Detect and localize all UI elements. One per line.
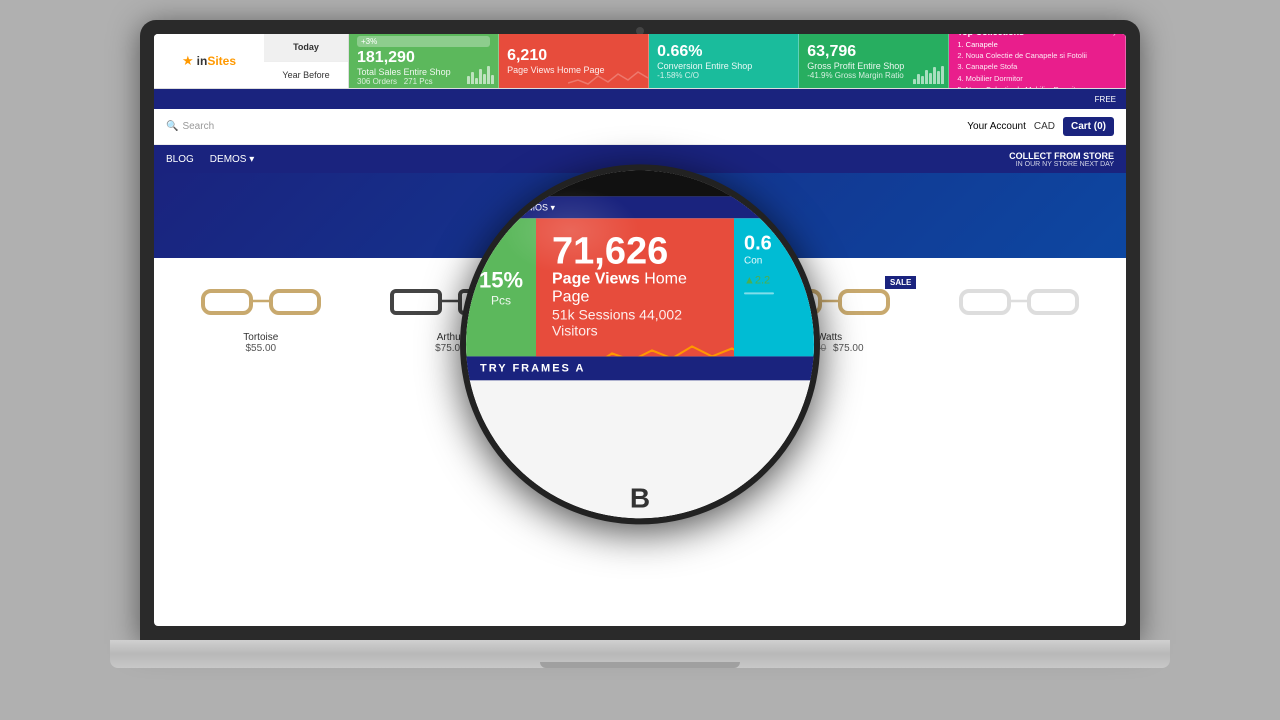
today-button[interactable]: Today bbox=[264, 34, 348, 62]
account-link[interactable]: Your Account bbox=[967, 121, 1026, 132]
conversion-number: 0.66% bbox=[657, 43, 790, 61]
mag-sparkline bbox=[552, 338, 718, 356]
collect-store-info: COLLECT FROM STORE IN OUR NY STORE NEXT … bbox=[1009, 151, 1114, 168]
currency-selector[interactable]: CAD bbox=[1034, 121, 1055, 132]
cart-button[interactable]: Cart (0) bbox=[1063, 117, 1114, 136]
mag-sparkline-svg bbox=[552, 338, 734, 356]
mag-sub: 51k Sessions 44,002 Visitors bbox=[552, 306, 718, 338]
mini-bars-chart bbox=[467, 64, 494, 84]
product-name-tortoise: Tortoise bbox=[243, 332, 278, 343]
mag-banner-text: TRY FRAMES A bbox=[480, 362, 586, 374]
search-box[interactable]: 🔍 Search bbox=[166, 121, 214, 132]
laptop-base bbox=[110, 640, 1170, 668]
conversion-label: Conversion Entire Shop bbox=[657, 61, 790, 71]
laptop-screen: ★ inSites Today Year Before +3% 181,290 … bbox=[140, 20, 1140, 640]
collections-title: Top Collections bbox=[957, 34, 1024, 37]
product-price-tortoise: $55.00 bbox=[246, 343, 277, 354]
collections-list: 1. Canapele 2. Noua Colectie de Canapele… bbox=[957, 39, 1117, 88]
logo-icon: ★ bbox=[182, 53, 194, 69]
mag-bottom-banner: TRY FRAMES A bbox=[466, 356, 814, 380]
collect-title: COLLECT FROM STORE bbox=[1009, 151, 1114, 161]
product-image-last bbox=[959, 276, 1079, 326]
laptop-container: ★ inSites Today Year Before +3% 181,290 … bbox=[90, 20, 1190, 700]
insites-logo: ★ inSites bbox=[154, 34, 264, 88]
mag-pcs: Pcs bbox=[491, 293, 511, 307]
nav-demos[interactable]: DEMOS ▾ bbox=[210, 154, 254, 165]
glasses-svg-last bbox=[959, 281, 1079, 321]
profit-number: 63,796 bbox=[807, 43, 940, 61]
magnifier-overlay: BLOG DEMOS ▾ 15% Pcs 7 bbox=[460, 164, 820, 524]
mag-nav-demos: DEMOS ▾ bbox=[515, 202, 555, 213]
mag-big-number: 71,626 bbox=[552, 232, 718, 270]
mag-percent: 15% bbox=[479, 267, 523, 293]
year-before-button[interactable]: Year Before bbox=[264, 62, 348, 89]
mag-products: B bbox=[466, 380, 814, 518]
date-buttons: Today Year Before bbox=[264, 34, 349, 88]
mag-dark-top bbox=[466, 170, 814, 196]
glasses-svg-tortoise bbox=[201, 281, 321, 321]
page-views-tile: 6,210 Page Views Home Page bbox=[499, 34, 649, 88]
product-name-watts: Watts bbox=[817, 332, 842, 343]
magnifier-inner: BLOG DEMOS ▾ 15% Pcs 7 bbox=[466, 170, 814, 518]
pageviews-number: 6,210 bbox=[507, 47, 640, 65]
collect-subtitle: IN OUR NY STORE NEXT DAY bbox=[1009, 161, 1114, 168]
mag-conv-bar bbox=[744, 292, 774, 294]
conversion-sub: -1.58% C/O bbox=[657, 71, 790, 80]
magnifier-content: BLOG DEMOS ▾ 15% Pcs 7 bbox=[466, 170, 814, 518]
header-right: Your Account CAD Cart (0) bbox=[967, 117, 1114, 136]
collection-item-2: 2. Noua Colectie de Canapele si Fotolii bbox=[957, 50, 1117, 61]
sale-badge: SALE bbox=[885, 276, 916, 289]
mag-conv-label: Con bbox=[744, 255, 804, 266]
store-top-nav: FREE bbox=[154, 89, 1126, 109]
mag-prod-letter: B bbox=[630, 482, 650, 514]
mag-tiles: 15% Pcs 71,626 Page Views Home Page 51k … bbox=[466, 218, 814, 356]
collection-item-4: 4. Mobilier Dormitor bbox=[957, 73, 1117, 84]
mag-center-tile: 71,626 Page Views Home Page 51k Sessions… bbox=[536, 218, 734, 356]
screen-content: ★ inSites Today Year Before +3% 181,290 … bbox=[154, 34, 1126, 626]
mag-conv-up: ▲2.2 bbox=[744, 274, 804, 286]
gross-profit-tile: 63,796 Gross Profit Entire Shop -41.9% G… bbox=[799, 34, 949, 88]
logo-text: inSites bbox=[197, 54, 236, 68]
product-image-tortoise bbox=[201, 276, 321, 326]
store-header: 🔍 Search Your Account CAD Cart (0) bbox=[154, 109, 1126, 145]
profit-mini-bars bbox=[913, 64, 944, 84]
product-card-last bbox=[924, 268, 1114, 362]
sale-price-watts: $75.00 bbox=[833, 343, 864, 354]
collections-date: Yesterday bbox=[1082, 34, 1117, 36]
search-icon: 🔍 bbox=[166, 121, 178, 132]
mag-conv-num: 0.6 bbox=[744, 232, 804, 255]
mag-nav-bar: BLOG DEMOS ▾ bbox=[466, 196, 814, 218]
top-collections-tile: Top Collections Yesterday 1. Canapele 2.… bbox=[949, 34, 1126, 88]
collection-item-5: 5. Noua Colectie de Mobilier Dormitor bbox=[957, 84, 1117, 88]
mag-left-tile: 15% Pcs bbox=[466, 218, 536, 356]
product-card-tortoise[interactable]: Tortoise $55.00 bbox=[166, 268, 356, 362]
free-text: FREE bbox=[1095, 95, 1116, 104]
search-label: Search bbox=[182, 121, 214, 132]
sales-badge: +3% bbox=[357, 36, 490, 47]
mag-desc: Page Views Home Page bbox=[552, 270, 718, 306]
analytics-bar: ★ inSites Today Year Before +3% 181,290 … bbox=[154, 34, 1126, 89]
mag-right-tile: 0.6 Con ▲2.2 bbox=[734, 218, 814, 356]
collection-item-3: 3. Canapele Stofa bbox=[957, 61, 1117, 72]
collection-item-1: 1. Canapele bbox=[957, 39, 1117, 50]
mag-nav-blog: BLOG bbox=[476, 202, 501, 212]
total-sales-tile: +3% 181,290 Total Sales Entire Shop 306 … bbox=[349, 34, 499, 88]
nav-blog[interactable]: BLOG bbox=[166, 154, 194, 165]
pageviews-sparkline bbox=[568, 68, 648, 88]
conversion-tile: 0.66% Conversion Entire Shop -1.58% C/O bbox=[649, 34, 799, 88]
